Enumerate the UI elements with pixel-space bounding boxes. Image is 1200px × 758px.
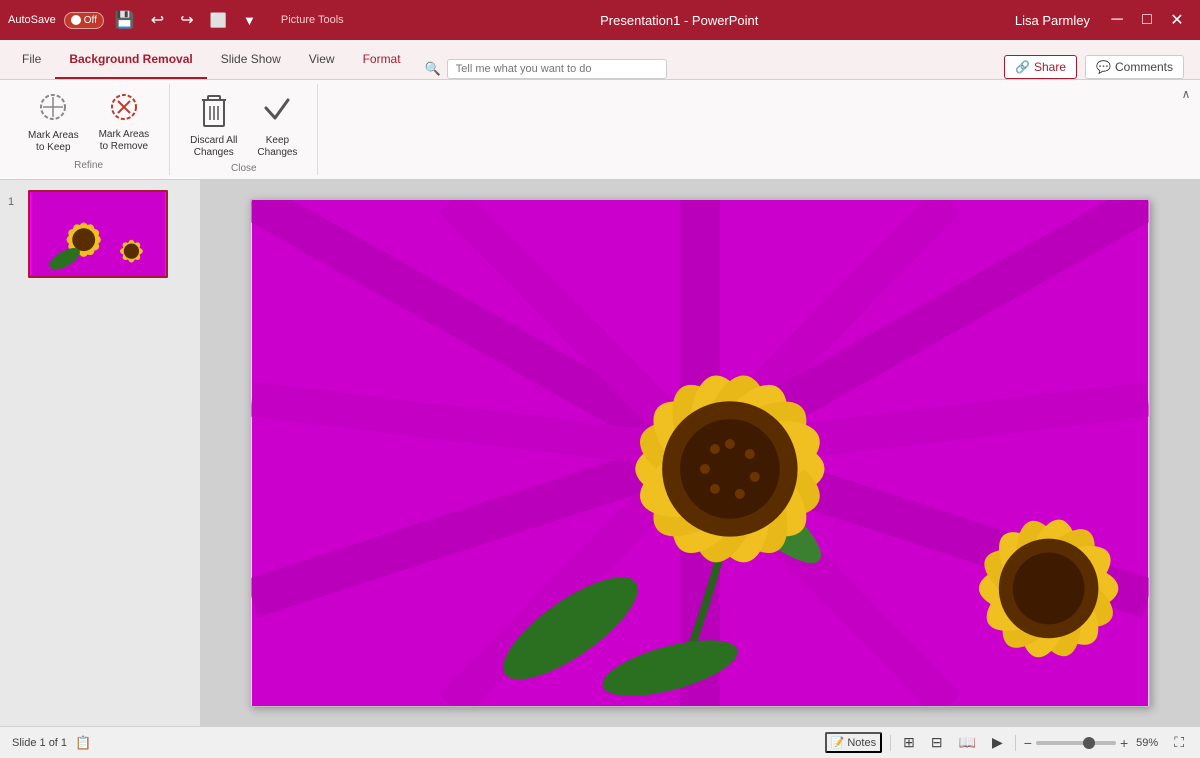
redo-icon[interactable]: ↪	[175, 8, 198, 32]
canvas-area[interactable]	[200, 180, 1200, 726]
search-input[interactable]	[447, 59, 667, 79]
user-name: Lisa Parmley	[1015, 13, 1090, 28]
title-bar: AutoSave Off 💾 ↩ ↪ ⬜ ▼ Picture Tools Pre…	[0, 0, 1200, 40]
mark-keep-icon	[38, 92, 68, 127]
mark-keep-button[interactable]: Mark Areasto Keep	[20, 88, 87, 158]
autosave-label: AutoSave	[8, 14, 56, 26]
autosave-toggle[interactable]: Off	[64, 12, 104, 29]
keep-icon	[262, 92, 292, 132]
minimize-button[interactable]: ─	[1102, 5, 1132, 35]
tab-file[interactable]: File	[8, 40, 55, 79]
slide-info: Slide 1 of 1	[12, 737, 67, 749]
slide-item-1[interactable]: 1	[8, 190, 192, 278]
status-divider-2	[1015, 735, 1016, 751]
customize-icon[interactable]: ▼	[238, 11, 261, 30]
slide-show-icon[interactable]: ▶	[988, 732, 1007, 753]
ribbon-right: 🔗 Share 💬 Comments	[1004, 55, 1192, 79]
ribbon-tabs: File Background Removal Slide Show View …	[0, 40, 1200, 80]
ribbon-collapse-button[interactable]: ∧	[1176, 84, 1196, 104]
ribbon-group-refine-items: Mark Areasto Keep Mark Areasto Remove	[20, 84, 157, 160]
refine-group-label: Refine	[74, 160, 103, 175]
close-group-label: Close	[231, 163, 257, 178]
fit-to-window-icon[interactable]: ⛶	[1170, 732, 1188, 753]
zoom-minus-button[interactable]: −	[1024, 735, 1032, 751]
reading-view-icon[interactable]: 📖	[955, 732, 980, 753]
ribbon-group-refine: Mark Areasto Keep Mark Areasto Remove Re…	[8, 84, 170, 175]
zoom-thumb	[1083, 737, 1095, 749]
app-title: Presentation1 - PowerPoint	[344, 13, 1015, 28]
main-area: 1	[0, 180, 1200, 726]
save-icon[interactable]: 💾	[110, 8, 140, 32]
slide-panel: 1	[0, 180, 200, 726]
slide-edit-icon[interactable]: 📋	[75, 735, 91, 751]
zoom-level: 59%	[1132, 735, 1162, 751]
status-right: 📝 Notes ⊞ ⊟ 📖 ▶ − + 59% ⛶	[825, 732, 1188, 753]
status-divider-1	[890, 735, 891, 751]
mark-keep-label: Mark Areasto Keep	[28, 130, 79, 154]
zoom-plus-button[interactable]: +	[1120, 735, 1128, 751]
share-label: Share	[1034, 60, 1066, 74]
share-button[interactable]: 🔗 Share	[1004, 55, 1077, 79]
close-button[interactable]: ✕	[1162, 5, 1192, 35]
comments-button[interactable]: 💬 Comments	[1085, 55, 1184, 79]
comments-label: Comments	[1115, 60, 1173, 74]
zoom-control: − + 59%	[1024, 735, 1162, 751]
status-bar: Slide 1 of 1 📋 📝 Notes ⊞ ⊟ 📖 ▶ − + 59% ⛶	[0, 726, 1200, 758]
autosave-state: Off	[84, 15, 97, 26]
notes-button[interactable]: 📝 Notes	[825, 732, 882, 753]
notes-label: Notes	[847, 737, 876, 749]
slide-canvas[interactable]	[250, 199, 1150, 707]
toggle-circle-off	[71, 15, 81, 25]
titlebar-left: AutoSave Off 💾 ↩ ↪ ⬜ ▼	[8, 8, 261, 32]
zoom-slider[interactable]	[1036, 741, 1116, 745]
mark-remove-button[interactable]: Mark Areasto Remove	[91, 88, 158, 157]
undo-icon[interactable]: ↩	[146, 8, 169, 32]
notes-icon: 📝	[831, 736, 845, 749]
slide-thumb-1[interactable]	[28, 190, 168, 278]
share-icon: 🔗	[1015, 60, 1030, 74]
normal-view-icon[interactable]: ⊞	[899, 732, 919, 753]
discard-icon	[199, 92, 229, 132]
mark-remove-icon	[109, 92, 139, 126]
search-icon: 🔍	[425, 61, 441, 77]
tab-background-removal[interactable]: Background Removal	[55, 40, 206, 79]
discard-label: Discard AllChanges	[190, 135, 237, 159]
keep-label: KeepChanges	[257, 135, 297, 159]
comments-icon: 💬	[1096, 60, 1111, 74]
ribbon-group-close: Discard AllChanges KeepChanges Close	[170, 84, 318, 175]
mark-remove-label: Mark Areasto Remove	[99, 129, 150, 153]
ribbon-content: Mark Areasto Keep Mark Areasto Remove Re…	[0, 80, 1200, 180]
restore-button[interactable]: □	[1132, 5, 1162, 35]
tab-slide-show[interactable]: Slide Show	[207, 40, 295, 79]
slide-image	[251, 200, 1149, 706]
tab-format[interactable]: Format	[349, 40, 415, 79]
ribbon-group-close-items: Discard AllChanges KeepChanges	[182, 84, 305, 163]
app-context-label: Picture Tools	[281, 14, 344, 26]
slide-number-1: 1	[8, 196, 22, 208]
presentation-mode-icon[interactable]: ⬜	[205, 10, 232, 31]
tab-view[interactable]: View	[295, 40, 349, 79]
search-bar: 🔍	[415, 59, 1004, 79]
discard-changes-button[interactable]: Discard AllChanges	[182, 88, 245, 163]
slide-thumbnail-bg	[30, 192, 166, 276]
keep-changes-button[interactable]: KeepChanges	[249, 88, 305, 163]
slide-sorter-icon[interactable]: ⊟	[927, 732, 947, 753]
